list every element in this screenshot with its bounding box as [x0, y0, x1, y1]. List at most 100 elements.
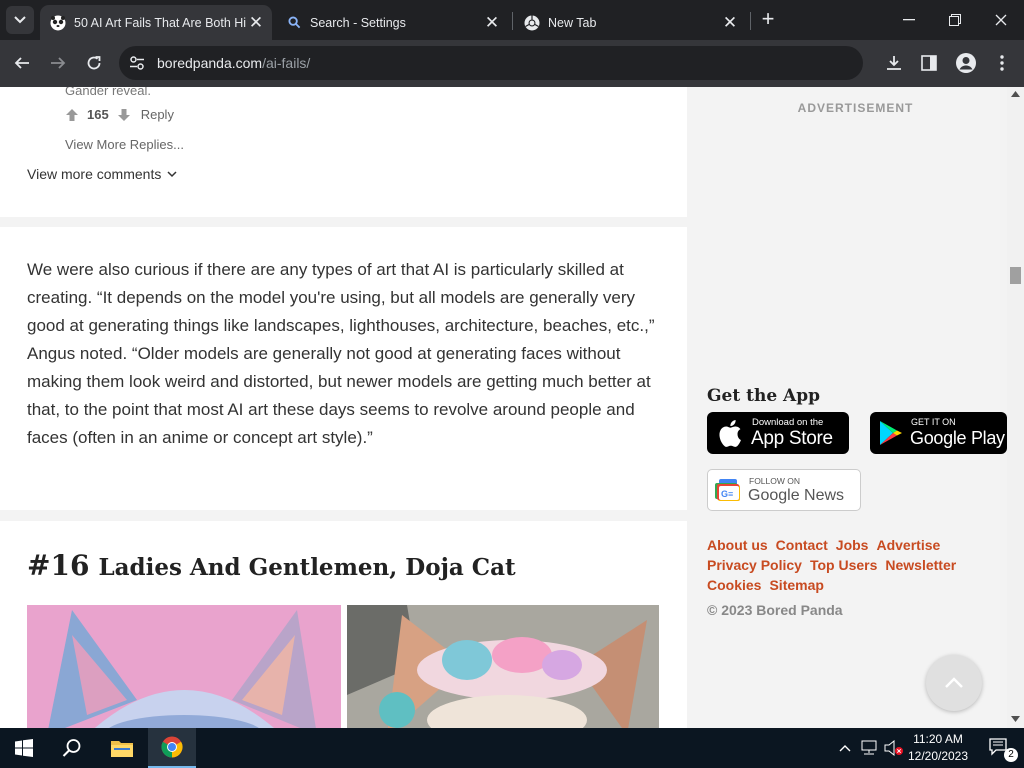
tab-search-button[interactable] — [6, 6, 34, 34]
tab-divider — [512, 12, 513, 30]
site-info-icon[interactable] — [129, 55, 145, 76]
profile-icon — [956, 53, 976, 73]
minimize-button[interactable] — [886, 0, 932, 40]
side-panel-button[interactable] — [916, 50, 942, 76]
footer-links: About us Contact Jobs Advertise Privacy Pol… — [707, 535, 1007, 595]
folder-icon — [111, 741, 133, 757]
close-icon — [995, 14, 1007, 26]
volume-muted-icon[interactable] — [884, 740, 904, 756]
tab-title: New Tab — [548, 15, 597, 30]
more-vertical-icon — [1000, 55, 1004, 71]
downvote-icon[interactable] — [117, 108, 131, 122]
close-tab-icon[interactable]: ✕ — [482, 13, 502, 33]
google-play-badge[interactable]: GET IT ON Google Play — [870, 412, 1007, 454]
footer-link-contact[interactable]: Contact — [776, 537, 828, 553]
article-paragraph: We were also curious if there are any ty… — [27, 260, 655, 447]
upvote-count: 165 — [87, 107, 109, 122]
downloads-button[interactable] — [881, 50, 907, 76]
app-store-small-text: Download on the — [752, 417, 824, 428]
footer-link-top-users[interactable]: Top Users — [810, 557, 877, 573]
download-icon — [887, 56, 901, 70]
comment-vote-bar: 165 Reply — [65, 107, 174, 122]
item-title: Ladies And Gentlemen, Doja Cat — [98, 554, 516, 581]
close-tab-icon[interactable]: ✕ — [246, 13, 266, 33]
tab-new-tab[interactable]: New Tab ✕ — [514, 5, 746, 40]
comments-card: Gander reveal. 165 Reply View More Repli… — [0, 87, 687, 217]
taskbar-clock[interactable]: 11:20 AM 12/20/2023 — [905, 731, 971, 765]
close-window-button[interactable] — [978, 0, 1024, 40]
url-path: /ai-fails/ — [262, 55, 311, 71]
view-more-comments-link[interactable]: View more comments — [27, 166, 179, 182]
notification-count: 2 — [1004, 748, 1018, 762]
item-number: #16 — [27, 549, 90, 582]
clock-time: 11:20 AM — [913, 732, 963, 746]
google-play-icon — [880, 421, 902, 445]
article-column: Gander reveal. 165 Reply View More Repli… — [0, 87, 687, 728]
chrome-menu-button[interactable] — [989, 50, 1015, 76]
item-heading: #16 Ladies And Gentlemen, Doja Cat — [27, 549, 516, 582]
tab-title: Search - Settings — [310, 15, 406, 30]
search-icon — [62, 739, 81, 757]
windows-taskbar: 11:20 AM 12/20/2023 2 — [0, 728, 1024, 768]
tab-divider — [750, 12, 751, 30]
tab-title: 50 AI Art Fails That Are Both Hil — [74, 15, 246, 30]
tab-search-settings[interactable]: Search - Settings ✕ — [276, 5, 508, 40]
view-more-comments-label: View more comments — [27, 166, 162, 182]
start-button[interactable] — [0, 728, 48, 768]
chevron-down-icon — [14, 16, 26, 24]
chrome-icon — [524, 15, 540, 31]
tab-strip: 50 AI Art Fails That Are Both Hil ✕ Sear… — [0, 0, 1024, 40]
footer-link-cookies[interactable]: Cookies — [707, 577, 761, 593]
new-tab-button[interactable]: + — [757, 8, 779, 31]
minimize-icon — [903, 19, 915, 21]
web-page: Gander reveal. 165 Reply View More Repli… — [0, 87, 1024, 728]
chevron-up-icon[interactable] — [838, 743, 852, 753]
footer-link-privacy[interactable]: Privacy Policy — [707, 557, 802, 573]
footer-link-newsletter[interactable]: Newsletter — [885, 557, 956, 573]
get-app-heading: Get the App — [707, 386, 821, 406]
windows-icon — [15, 739, 33, 757]
taskbar-search-button[interactable] — [48, 728, 96, 768]
footer-link-about[interactable]: About us — [707, 537, 768, 553]
scrollbar-thumb[interactable] — [1010, 267, 1021, 284]
doja-cat-image-left[interactable] — [27, 605, 341, 728]
chrome-taskbar-button[interactable] — [148, 728, 196, 768]
chrome-icon — [161, 736, 183, 758]
advertisement-label: ADVERTISEMENT — [797, 101, 914, 115]
back-button[interactable] — [9, 50, 35, 76]
url-text: boredpanda.com/ai-fails/ — [157, 55, 310, 71]
scroll-up-arrow-icon[interactable] — [1011, 91, 1020, 97]
footer-link-sitemap[interactable]: Sitemap — [769, 577, 823, 593]
arrow-right-icon — [51, 57, 66, 69]
app-store-badge[interactable]: Download on the App Store — [707, 412, 849, 454]
tab-boredpanda[interactable]: 50 AI Art Fails That Are Both Hil ✕ — [40, 5, 272, 40]
side-panel-icon — [921, 55, 937, 71]
google-play-big-text: Google Play — [910, 428, 1005, 448]
network-icon[interactable] — [860, 740, 878, 756]
restore-button[interactable] — [932, 0, 978, 40]
close-tab-icon[interactable]: ✕ — [720, 13, 740, 33]
back-to-top-button[interactable] — [926, 655, 982, 711]
google-news-badge[interactable]: G≡ FOLLOW ON Google News — [707, 469, 861, 511]
address-bar[interactable]: boredpanda.com/ai-fails/ — [119, 46, 863, 80]
google-news-big-text: Google News — [748, 487, 845, 504]
upvote-icon[interactable] — [65, 108, 79, 122]
doja-cat-image-right[interactable] — [347, 605, 659, 728]
url-domain: boredpanda.com — [157, 55, 263, 71]
app-store-big-text: App Store — [751, 428, 833, 449]
notifications-button[interactable]: 2 — [976, 728, 1024, 768]
copyright: © 2023 Bored Panda — [707, 602, 843, 618]
quote-card: We were also curious if there are any ty… — [0, 227, 687, 510]
view-more-replies-link[interactable]: View More Replies... — [65, 137, 184, 152]
page-scrollbar[interactable] — [1007, 87, 1024, 728]
footer-link-advertise[interactable]: Advertise — [876, 537, 940, 553]
reply-link[interactable]: Reply — [141, 107, 174, 122]
footer-link-jobs[interactable]: Jobs — [836, 537, 869, 553]
scroll-down-arrow-icon[interactable] — [1011, 716, 1020, 722]
reload-button[interactable] — [81, 50, 107, 76]
forward-button[interactable] — [45, 50, 71, 76]
comment-text: Gander reveal. — [65, 87, 151, 98]
profile-button[interactable] — [953, 50, 979, 76]
file-explorer-button[interactable] — [98, 728, 146, 768]
system-tray — [838, 728, 904, 768]
